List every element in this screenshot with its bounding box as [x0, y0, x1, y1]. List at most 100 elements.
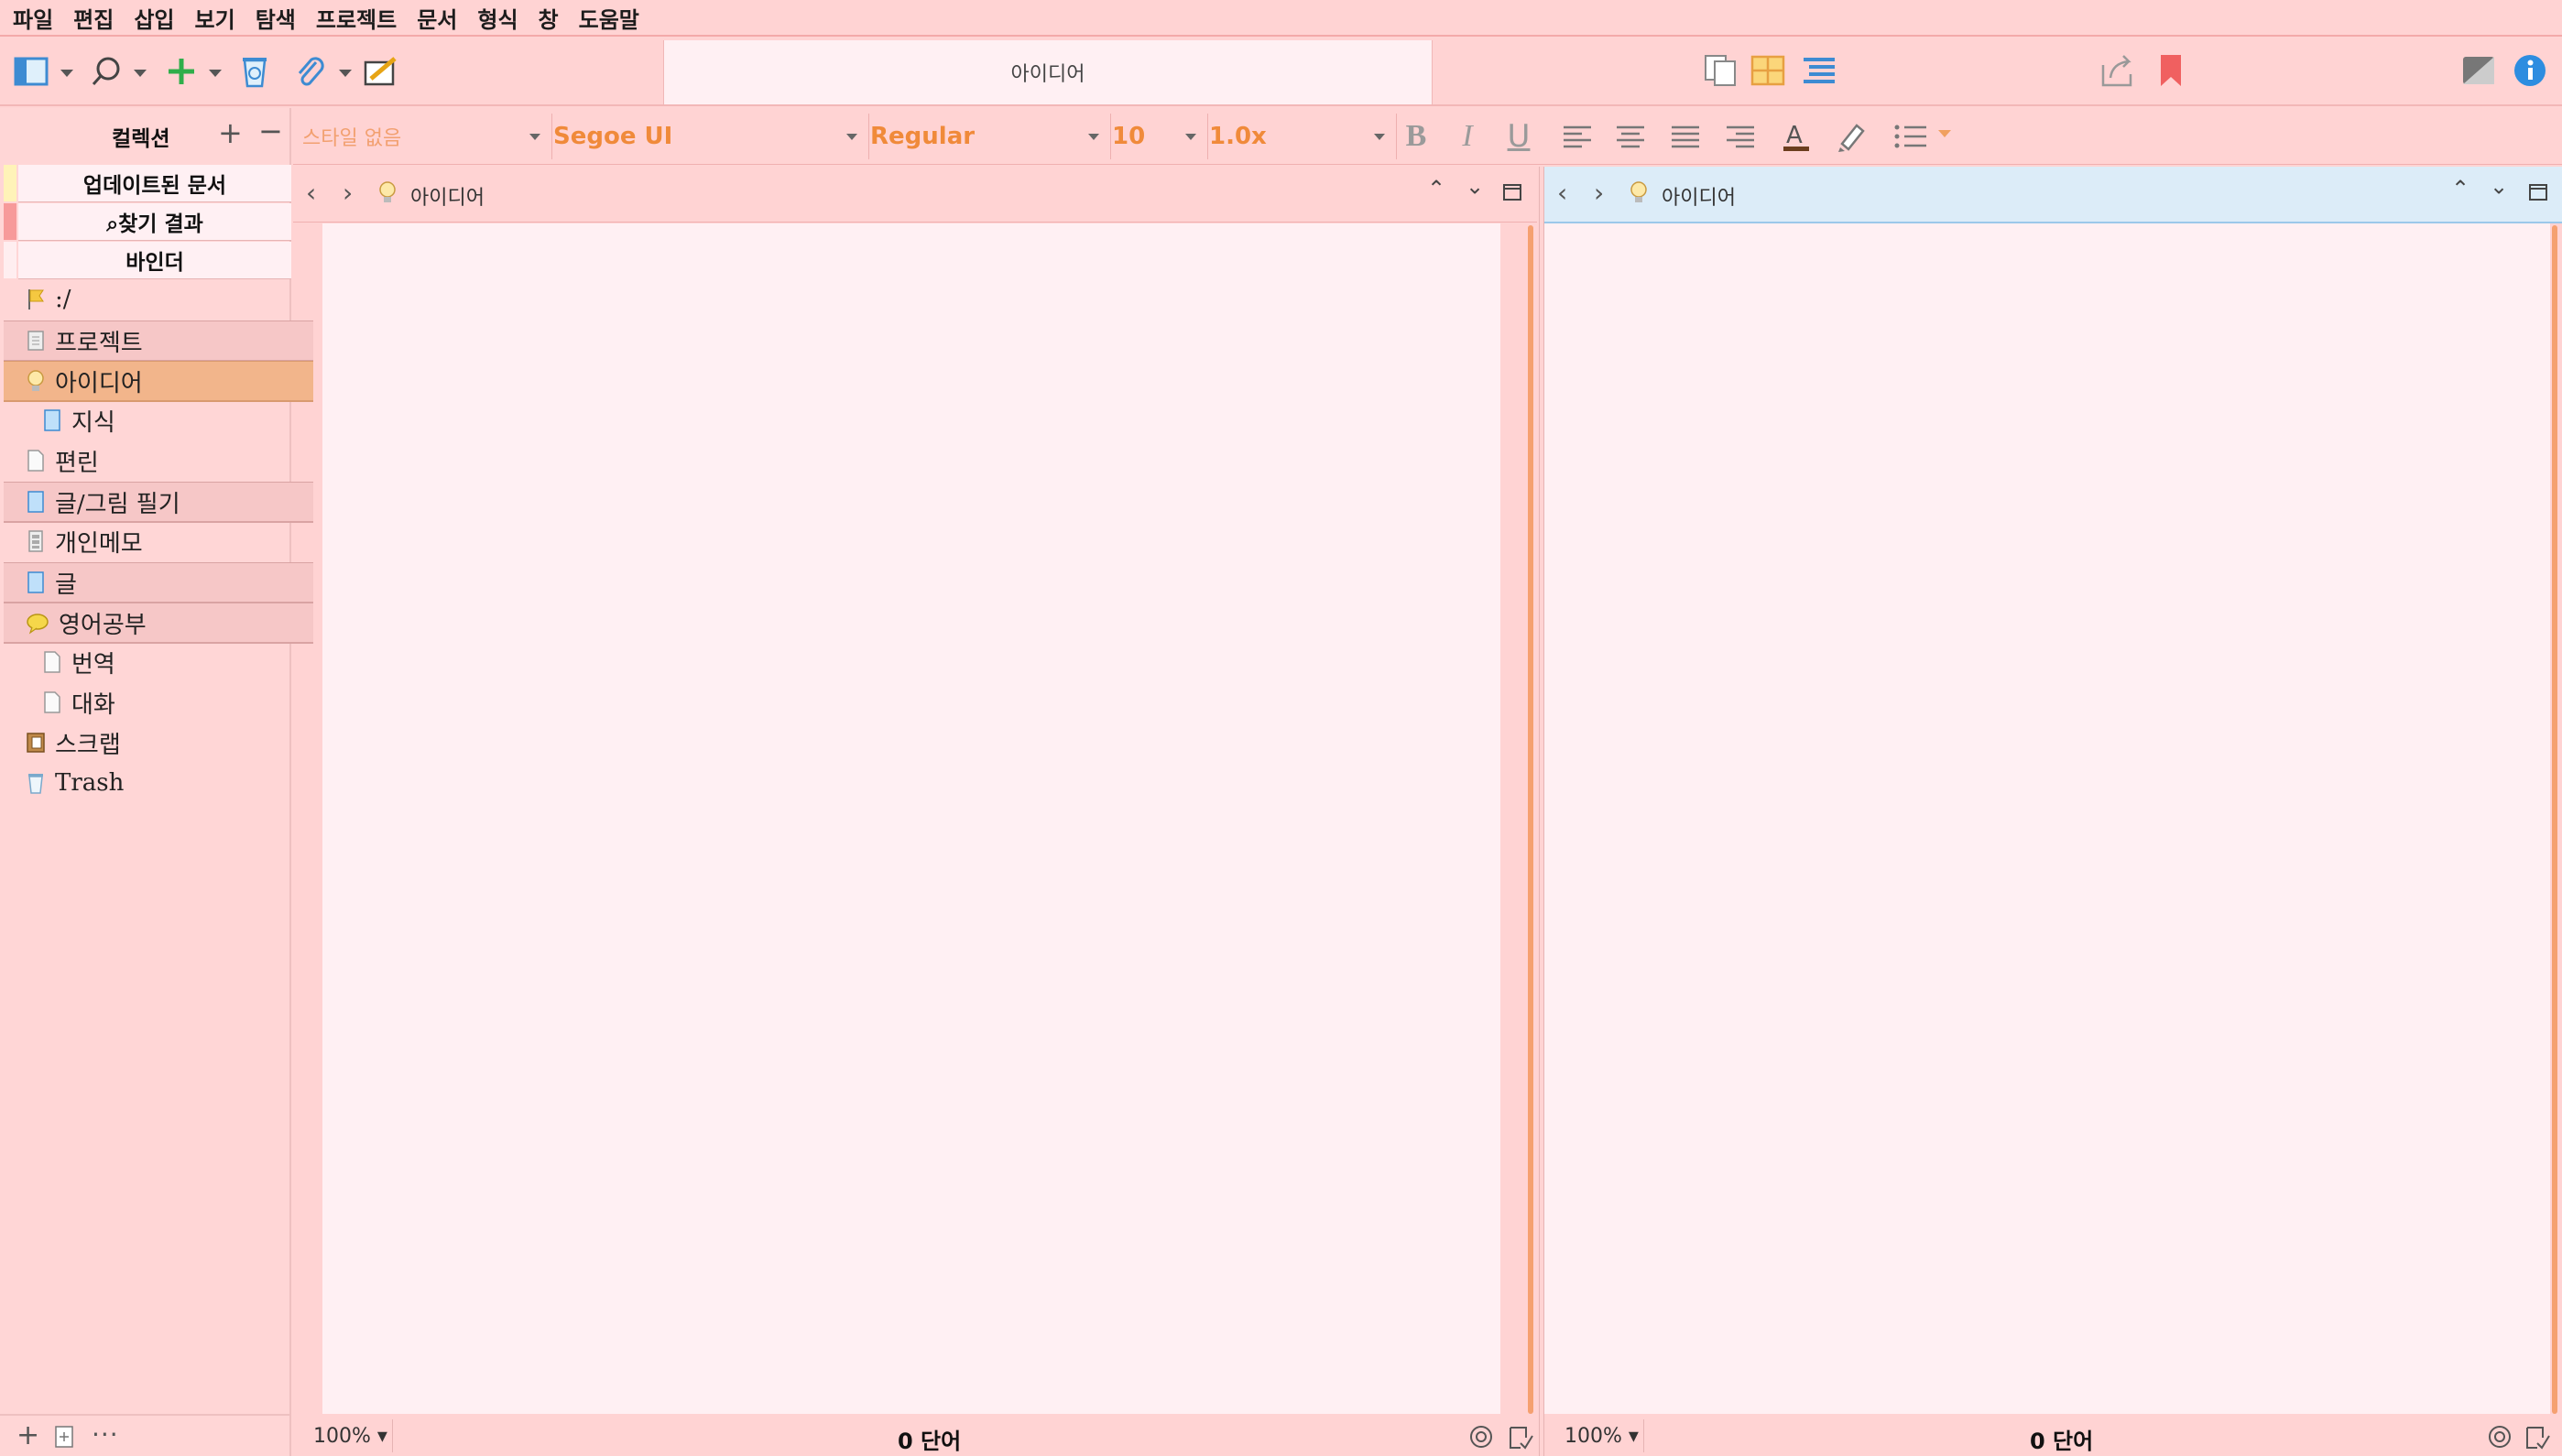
binder-item-scrap[interactable]: 스크랩	[4, 723, 313, 762]
menu-view[interactable]: 보기	[195, 2, 235, 34]
binder-item-notes[interactable]: 글/그림 필기	[4, 482, 313, 523]
scrollbar[interactable]	[1528, 225, 1533, 1414]
page-icon	[27, 450, 44, 472]
left-pane-title: 아이디어	[410, 187, 485, 210]
tab-search-results[interactable]: ⌕찾기 결과	[18, 203, 291, 241]
right-editor-text-area[interactable]	[1544, 223, 2550, 1414]
menu-edit[interactable]: 편집	[73, 2, 114, 34]
back-arrow-icon[interactable]: ‹	[1557, 178, 1567, 208]
view-layout-dropdown[interactable]	[60, 70, 73, 77]
blue-doc-icon	[27, 571, 44, 593]
back-arrow-icon[interactable]: ‹	[306, 178, 316, 208]
add-icon[interactable]	[163, 55, 200, 88]
inspector-info-icon[interactable]	[2510, 51, 2550, 90]
lightbulb-icon	[379, 181, 396, 202]
tab-updated-documents[interactable]: 업데이트된 문서	[18, 165, 291, 202]
menu-documents[interactable]: 문서	[417, 2, 457, 34]
binder-item-translation[interactable]: 번역	[4, 643, 330, 681]
chevron-down-icon	[529, 134, 540, 140]
attachment-dropdown[interactable]	[339, 70, 352, 77]
bookmark-icon[interactable]	[2153, 51, 2189, 90]
binder-item-writing[interactable]: 글	[4, 562, 313, 603]
attachment-icon[interactable]	[291, 53, 328, 90]
binder-item-ideas[interactable]: 아이디어	[4, 361, 313, 402]
scrapbook-icon	[27, 733, 45, 753]
paragraph-style-select[interactable]: 스타일 없음	[293, 114, 552, 159]
bold-icon[interactable]: B	[1398, 119, 1434, 153]
binder-item-english-study[interactable]: 영어공부	[4, 603, 313, 644]
italic-icon[interactable]: I	[1449, 119, 1486, 153]
previous-doc-icon[interactable]: ⌃	[1427, 176, 1445, 201]
outline-view-icon[interactable]	[1799, 51, 1839, 90]
next-doc-icon[interactable]: ⌃	[1466, 172, 1484, 198]
maximize-icon[interactable]	[1502, 183, 1522, 201]
binder-item-project[interactable]: 프로젝트	[4, 321, 313, 362]
list-dropdown[interactable]	[1938, 130, 1951, 137]
menu-navigate[interactable]: 탐색	[256, 2, 296, 34]
binder-item-fragments[interactable]: 편린	[4, 441, 313, 480]
search-icon[interactable]	[88, 55, 125, 88]
menu-window[interactable]: 창	[539, 2, 559, 34]
compose-mode-icon[interactable]	[2458, 51, 2499, 90]
align-right-icon[interactable]	[1722, 121, 1759, 152]
align-center-icon[interactable]	[1612, 121, 1649, 152]
trash-icon[interactable]	[236, 53, 273, 90]
font-weight-value: Regular	[870, 123, 976, 150]
zoom-select[interactable]: 100% ▾	[1564, 1425, 1639, 1448]
left-editor-text-area[interactable]	[322, 223, 1500, 1414]
collections-title: 컬렉션	[112, 127, 170, 151]
list-icon[interactable]	[1891, 121, 1931, 152]
text-color-icon[interactable]: A	[1777, 121, 1815, 152]
edit-note-icon[interactable]	[363, 53, 401, 90]
underline-icon[interactable]: U	[1500, 118, 1537, 155]
word-count: 0 단어	[898, 1429, 962, 1454]
add-dropdown[interactable]	[209, 70, 222, 77]
align-left-icon[interactable]	[1559, 121, 1596, 152]
font-weight-select[interactable]: Regular	[861, 114, 1111, 159]
view-layout-icon[interactable]	[13, 55, 49, 88]
forward-arrow-icon[interactable]: ›	[343, 178, 353, 208]
next-doc-icon[interactable]: ⌃	[2490, 172, 2508, 198]
add-item-button[interactable]: +	[16, 1419, 39, 1451]
binder-item-label: 지식	[71, 408, 115, 437]
forward-arrow-icon[interactable]: ›	[1594, 178, 1604, 208]
menu-file[interactable]: 파일	[13, 2, 53, 34]
zoom-select[interactable]: 100% ▾	[313, 1425, 387, 1448]
chevron-down-icon	[846, 134, 857, 140]
add-collection-button[interactable]: +	[218, 115, 243, 150]
zoom-value: 100%	[313, 1425, 371, 1448]
collection-color-tab	[4, 165, 16, 201]
right-pane-title: 아이디어	[1662, 187, 1736, 210]
font-size-select[interactable]: 10	[1103, 114, 1208, 159]
zoom-value: 100%	[1564, 1425, 1622, 1448]
previous-doc-icon[interactable]: ⌃	[2451, 176, 2469, 201]
binder-item-knowledge[interactable]: 지식	[4, 401, 330, 440]
align-justify-icon[interactable]	[1667, 121, 1704, 152]
corkboard-view-icon[interactable]	[1748, 51, 1788, 90]
collections-header: 컬렉션 + −	[0, 110, 291, 163]
menu-format[interactable]: 형식	[477, 2, 518, 34]
new-folder-icon[interactable]	[53, 1425, 75, 1449]
menu-insert[interactable]: 삽입	[134, 2, 174, 34]
remove-collection-button[interactable]: −	[258, 114, 283, 148]
highlight-icon[interactable]	[1832, 121, 1870, 152]
note-check-icon[interactable]	[2524, 1425, 2550, 1451]
binder-item-conversation[interactable]: 대화	[4, 683, 330, 722]
search-dropdown[interactable]	[134, 70, 147, 77]
scrollbar[interactable]	[2552, 225, 2557, 1414]
target-icon[interactable]	[2488, 1425, 2512, 1449]
line-spacing-select[interactable]: 1.0x	[1200, 114, 1397, 159]
menu-project[interactable]: 프로젝트	[316, 2, 397, 34]
note-check-icon[interactable]	[1508, 1425, 1533, 1451]
menu-help[interactable]: 도움말	[579, 2, 639, 34]
share-icon[interactable]	[2098, 51, 2138, 90]
scrivenings-view-icon[interactable]	[1700, 51, 1740, 90]
more-options-button[interactable]: ···	[92, 1419, 119, 1450]
font-family-select[interactable]: Segoe UI	[544, 114, 869, 159]
binder-item-root[interactable]: :/	[4, 280, 313, 319]
binder-item-trash[interactable]: Trash	[4, 764, 313, 802]
tab-binder[interactable]: 바인더	[18, 242, 291, 279]
maximize-icon[interactable]	[2528, 183, 2548, 201]
target-icon[interactable]	[1469, 1425, 1493, 1449]
binder-item-personal-memo[interactable]: 개인메모	[4, 522, 313, 560]
